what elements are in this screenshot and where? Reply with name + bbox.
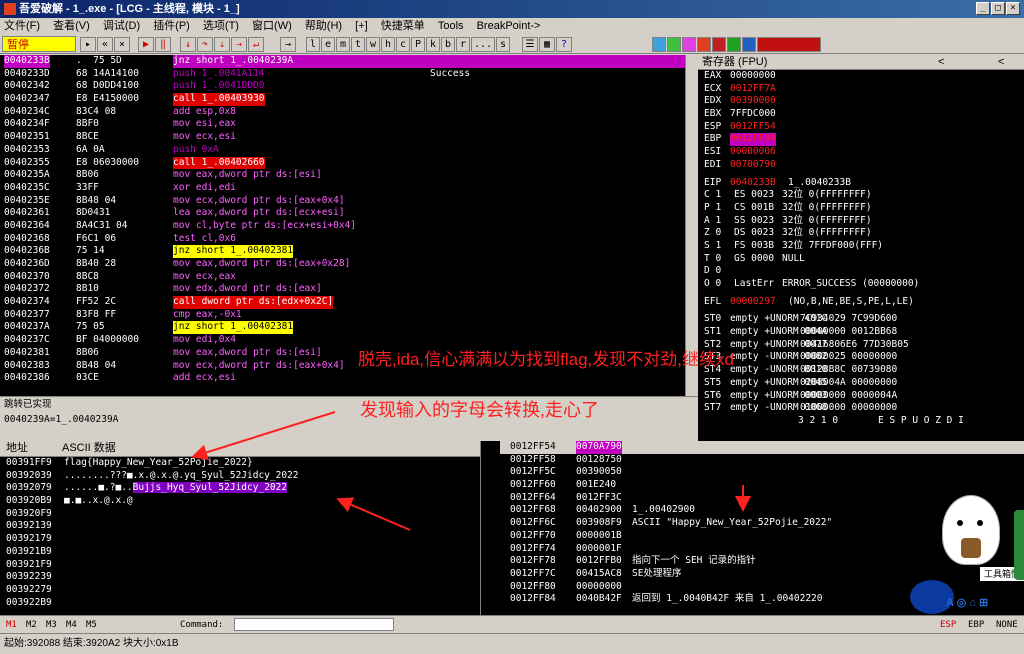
arrow-to-flag	[191, 411, 336, 461]
annotation-arrows	[191, 411, 751, 531]
widget-controls-icon[interactable]: A ◎ ⌂ ⊞	[946, 596, 1024, 612]
mascot-icon[interactable]	[942, 495, 1000, 565]
arrow-to-converted	[336, 497, 411, 531]
side-dock-icon[interactable]	[1014, 510, 1024, 580]
